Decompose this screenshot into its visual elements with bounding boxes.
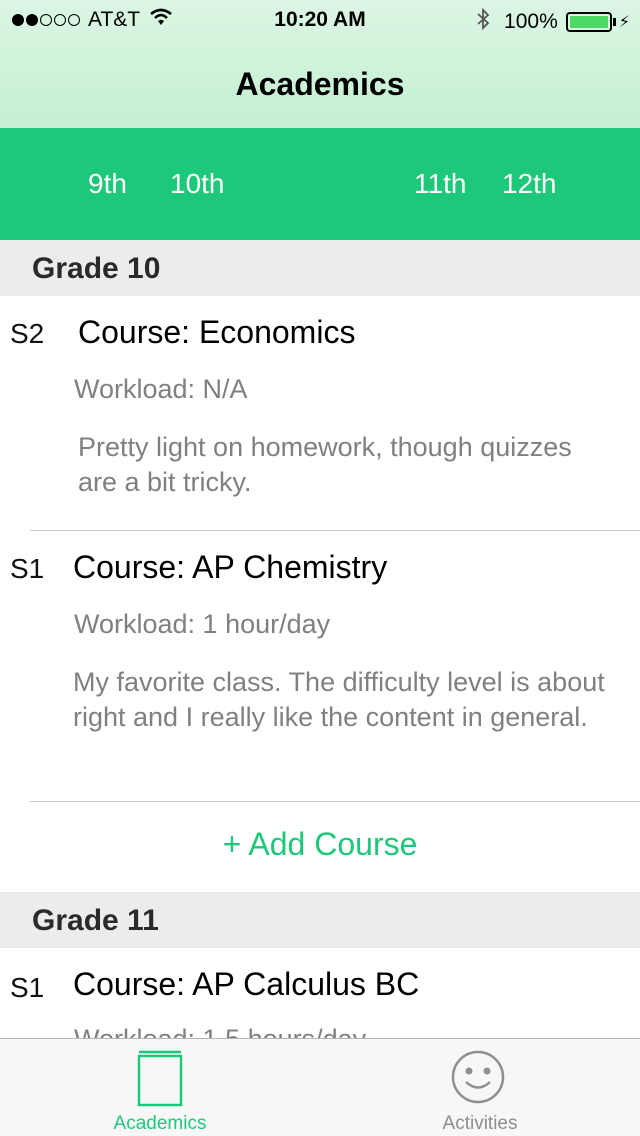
course-row[interactable]: S1 Course: AP Calculus BC Workload: 1.5 … <box>0 948 640 1038</box>
grade-tab-12th[interactable]: 12th <box>502 168 557 200</box>
battery-percent: 100% <box>504 10 558 33</box>
book-icon <box>136 1049 184 1112</box>
semester-label: S1 <box>10 553 45 584</box>
course-title: Course: AP Chemistry <box>73 549 388 585</box>
tab-activities[interactable]: Activities <box>320 1039 640 1136</box>
battery-icon <box>565 12 612 32</box>
course-workload: Workload: 1 hour/day <box>74 609 331 639</box>
section-title: Grade 11 <box>32 904 159 937</box>
page-title: Academics <box>235 66 405 102</box>
add-course-button[interactable]: + Add Course <box>0 826 640 863</box>
semester-label: S1 <box>10 972 45 1003</box>
section-title: Grade 10 <box>32 252 161 285</box>
status-bar: AT&T 10:20 AM 100% ⚡ <box>0 0 640 40</box>
course-row[interactable]: S1 Course: AP Chemistry Workload: 1 hour… <box>0 531 640 801</box>
course-review: Pretty light on homework, though quizzes… <box>78 432 572 497</box>
course-review: My favorite class. The difficulty level … <box>73 667 605 732</box>
smiley-icon <box>450 1049 506 1110</box>
bluetooth-icon <box>476 7 490 36</box>
status-right: 100% ⚡ <box>476 7 630 36</box>
charging-icon: ⚡ <box>618 14 630 31</box>
grade-tab-11th[interactable]: 11th <box>414 168 466 200</box>
tab-academics[interactable]: Academics <box>0 1039 320 1136</box>
grade-tab-9th[interactable]: 9th <box>88 168 127 200</box>
tab-label: Activities <box>442 1113 518 1134</box>
section-header: Grade 11 <box>0 892 640 948</box>
battery-tip <box>612 18 616 26</box>
tab-bar: Academics Activities <box>0 1038 640 1136</box>
section-header: Grade 10 <box>0 240 640 296</box>
grade-tab-10th[interactable]: 10th <box>170 168 225 200</box>
course-workload: Workload: N/A <box>74 374 248 404</box>
course-workload: Workload: 1.5 hours/day <box>74 1024 366 1038</box>
row-separator <box>30 801 640 802</box>
navigation-bar: AT&T 10:20 AM 100% ⚡ Academics <box>0 0 640 128</box>
tab-label: Academics <box>113 1113 207 1134</box>
course-row[interactable]: S2 Course: Economics Workload: N/A Prett… <box>0 296 640 530</box>
course-title: Course: Economics <box>78 314 356 350</box>
semester-label: S2 <box>10 318 45 349</box>
grade-selector-bar: 9th 10th 11th 12th <box>0 128 640 240</box>
course-title: Course: AP Calculus BC <box>73 966 420 1002</box>
